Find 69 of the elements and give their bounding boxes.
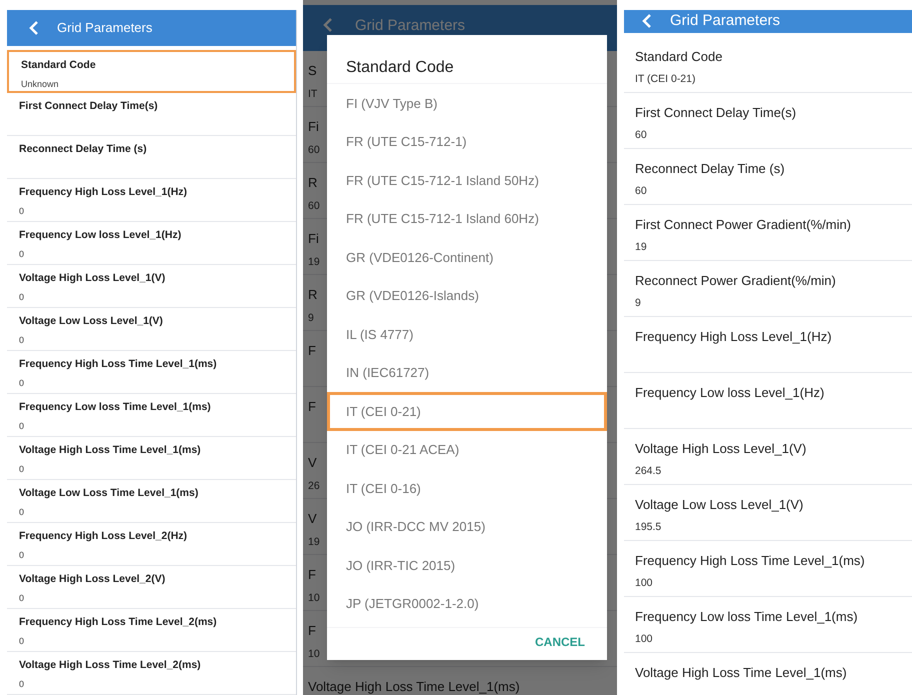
- setting-row[interactable]: Frequency Low loss Level_1(Hz): [624, 372, 912, 428]
- setting-row[interactable]: Frequency High Loss Time Level_1(ms) 100: [624, 540, 912, 596]
- setting-row[interactable]: Frequency High Loss Time Level_2(ms) 0: [7, 609, 296, 652]
- option-item[interactable]: JO (IRR-TIC 2015): [327, 546, 607, 584]
- setting-value: 9: [308, 310, 314, 326]
- setting-label: F: [308, 342, 316, 360]
- setting-label: V: [308, 510, 317, 528]
- setting-row[interactable]: Voltage High Loss Time Level_1(ms) 0: [7, 437, 296, 480]
- header-title: Grid Parameters: [670, 11, 780, 31]
- back-icon[interactable]: [642, 13, 652, 30]
- setting-row[interactable]: Frequency High Loss Level_2(Hz) 0: [7, 523, 296, 566]
- setting-row[interactable]: Voltage High Loss Level_1(V) 0: [7, 265, 296, 308]
- setting-row[interactable]: Frequency High Loss Time Level_1(ms) 0: [7, 351, 296, 394]
- setting-label: R: [308, 286, 318, 304]
- setting-row[interactable]: Frequency Low loss Time Level_1(ms) 100: [624, 596, 912, 652]
- option-item[interactable]: IT (CEI 0-16): [327, 469, 607, 508]
- setting-row[interactable]: Frequency Low loss Level_1(Hz) 0: [7, 222, 296, 265]
- setting-label: F: [308, 398, 316, 416]
- setting-row[interactable]: First Connect Power Gradient(%/min) 19: [624, 204, 912, 260]
- header-title: Grid Parameters: [355, 16, 466, 36]
- setting-row[interactable]: Voltage High Loss Level_1(V) 264.5: [624, 428, 912, 484]
- setting-value: 60: [308, 198, 320, 214]
- setting-row[interactable]: Voltage Low Loss Level_1(V) 0: [7, 308, 296, 351]
- option-item[interactable]: FI (VJV Type B): [327, 84, 607, 122]
- setting-label: V: [308, 454, 317, 472]
- setting-row[interactable]: Frequency High Loss Level_1(Hz) 0: [7, 179, 296, 222]
- option-item[interactable]: GR (VDE0126-Islands): [327, 276, 607, 315]
- option-item[interactable]: GR (VDE0126-Continent): [327, 238, 607, 276]
- header-title: Grid Parameters: [57, 19, 152, 38]
- back-icon[interactable]: [323, 17, 333, 33]
- option-item[interactable]: IT (CEI 0-21 ACEA): [327, 430, 607, 469]
- setting-label: Fi: [308, 118, 319, 136]
- setting-row[interactable]: Voltage High Loss Level_2(V) 0: [7, 566, 296, 609]
- setting-value: 10: [308, 590, 320, 606]
- option-item[interactable]: IN (IEC61727): [327, 354, 607, 392]
- setting-value: 10: [308, 646, 320, 662]
- dialog-title: Standard Code: [327, 35, 607, 84]
- setting-row[interactable]: Frequency High Loss Level_1(Hz): [624, 316, 912, 372]
- option-item[interactable]: JO (IRR-DCC MV 2015): [327, 508, 607, 546]
- setting-label: Fi: [308, 230, 319, 248]
- option-item[interactable]: IT (CEI 0-21): [327, 392, 607, 430]
- setting-value: 26: [308, 478, 320, 494]
- option-item[interactable]: JP (JETGR0002-1-2.0): [327, 584, 607, 623]
- option-item[interactable]: FR (UTE C15-712-1): [327, 122, 607, 161]
- setting-row[interactable]: Frequency Low loss Time Level_1(ms) 0: [7, 394, 296, 437]
- setting-value: IT: [308, 86, 318, 102]
- setting-row[interactable]: Voltage Low Loss Time Level_1(ms) 0: [7, 480, 296, 523]
- setting-label: F: [308, 566, 316, 584]
- setting-row[interactable]: Reconnect Delay Time (s): [7, 136, 296, 179]
- setting-value: 19: [308, 254, 320, 270]
- setting-row[interactable]: Reconnect Power Gradient(%/min) 9: [624, 260, 912, 316]
- setting-label: F: [308, 622, 316, 640]
- setting-value: 19: [308, 534, 320, 550]
- setting-row[interactable]: Voltage Low Loss Level_1(V) 195.5: [624, 484, 912, 540]
- option-item[interactable]: IL (IS 4777): [327, 315, 607, 354]
- setting-row[interactable]: First Connect Delay Time(s) 60: [624, 92, 912, 148]
- setting-row[interactable]: First Connect Delay Time(s): [7, 93, 296, 136]
- setting-value: 60: [308, 142, 320, 158]
- setting-label: Voltage High Loss Time Level_1(ms): [308, 678, 520, 695]
- option-item[interactable]: FR (UTE C15-712-1 Island 60Hz): [327, 200, 607, 238]
- back-icon[interactable]: [29, 20, 39, 36]
- setting-label: S: [308, 62, 317, 80]
- option-item[interactable]: FR (UTE C15-712-1 Island 50Hz): [327, 161, 607, 200]
- setting-row[interactable]: Voltage High Loss Time Level_2(ms) 0: [7, 652, 296, 695]
- setting-row[interactable]: Standard Code IT (CEI 0-21): [624, 36, 912, 92]
- setting-row[interactable]: Voltage High Loss Time Level_1(ms): [624, 652, 912, 695]
- setting-label: R: [308, 174, 318, 192]
- setting-row[interactable]: Standard Code Unknown: [7, 50, 296, 93]
- setting-row[interactable]: Reconnect Delay Time (s) 60: [624, 148, 912, 204]
